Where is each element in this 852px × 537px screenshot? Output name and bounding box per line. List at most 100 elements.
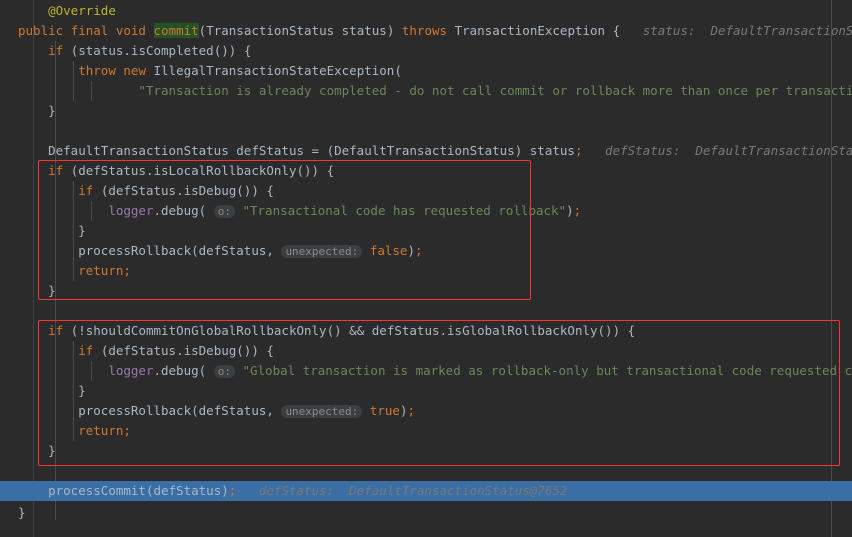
keyword-return: return: [78, 423, 124, 438]
var-status: status: [529, 143, 575, 158]
method-debug: debug: [161, 203, 199, 218]
keyword-throw: throw: [78, 63, 116, 78]
code-line-22[interactable]: return;: [0, 421, 834, 441]
brace-close: }: [78, 223, 86, 238]
exception-illegal-state: IllegalTransactionStateException: [153, 63, 395, 78]
param-hint-o[interactable]: o:: [213, 205, 235, 218]
brace-open: {: [266, 343, 274, 358]
semicolon: ;: [407, 403, 415, 418]
semicolon: ;: [123, 423, 131, 438]
call-is-completed: status.isCompleted(): [78, 43, 229, 58]
code-line-9[interactable]: if (defStatus.isLocalRollbackOnly()) {: [0, 161, 834, 181]
code-lines: @Override public final void commit(Trans…: [0, 0, 852, 537]
paren: ): [311, 163, 320, 178]
semicolon: ;: [573, 203, 582, 218]
literal-true: true: [369, 403, 400, 418]
paren: ): [221, 483, 229, 498]
brace-open: {: [612, 23, 621, 38]
literal-false: false: [369, 243, 408, 258]
paren: ): [228, 43, 237, 58]
code-line-26[interactable]: }: [0, 503, 834, 523]
code-line-19[interactable]: logger.debug( o: "Global transaction is …: [0, 361, 852, 381]
brace-close: }: [48, 443, 56, 458]
call-process-commit: processCommit: [48, 483, 146, 498]
call-is-local-rollback-only: defStatus.isLocalRollbackOnly(): [78, 163, 312, 178]
call-is-global-rollback-only: defStatus.isGlobalRollbackOnly(): [371, 323, 613, 338]
keyword-public: public: [18, 23, 64, 38]
call-should-commit-on-global-rollback-only: !shouldCommitOnGlobalRollbackOnly(): [78, 323, 342, 338]
keyword-if: if: [48, 163, 64, 178]
paren: (: [394, 63, 402, 78]
annotation-override: @Override: [48, 3, 116, 18]
type-transaction-exception: TransactionException: [454, 23, 606, 38]
paren: ): [612, 323, 621, 338]
keyword-return: return: [78, 263, 124, 278]
code-line-25-current-execution[interactable]: processCommit(defStatus); defStatus: Def…: [0, 481, 852, 501]
paren: (: [198, 203, 207, 218]
paren: (: [191, 403, 199, 418]
param-hint-o[interactable]: o:: [213, 365, 235, 378]
keyword-void: void: [115, 23, 146, 38]
paren-close: ): [386, 23, 395, 38]
brace-open: {: [266, 183, 274, 198]
code-line-10[interactable]: if (defStatus.isDebug()) {: [0, 181, 834, 201]
code-line-13[interactable]: processRollback(defStatus, unexpected: f…: [0, 241, 834, 261]
brace-close: }: [48, 283, 56, 298]
code-line-14[interactable]: return;: [0, 261, 834, 281]
keyword-if: if: [78, 343, 94, 358]
code-line-4[interactable]: throw new IllegalTransactionStateExcepti…: [0, 61, 834, 81]
brace-close: }: [48, 103, 56, 118]
brace-open: {: [627, 323, 636, 338]
code-editor[interactable]: @Override public final void commit(Trans…: [0, 0, 852, 537]
paren: ): [251, 343, 259, 358]
symbol-commit-highlight[interactable]: commit: [153, 23, 199, 38]
code-line-18[interactable]: if (defStatus.isDebug()) {: [0, 341, 834, 361]
code-line-15[interactable]: }: [0, 281, 834, 301]
code-line-20[interactable]: }: [0, 381, 834, 401]
code-line-21[interactable]: processRollback(defStatus, unexpected: t…: [0, 401, 834, 421]
code-line-11[interactable]: logger.debug( o: "Transactional code has…: [0, 201, 834, 221]
keyword-if: if: [48, 43, 64, 58]
comma: ,: [266, 403, 274, 418]
paren: ): [566, 203, 574, 218]
call-process-rollback: processRollback: [78, 403, 192, 418]
code-line-3[interactable]: if (status.isCompleted()) {: [0, 41, 834, 61]
debug-hint-status[interactable]: status: DefaultTransactionStatus@7652: [643, 23, 852, 38]
operator-and: &&: [349, 323, 365, 338]
object-logger: logger: [108, 363, 154, 378]
call-process-rollback: processRollback: [78, 243, 192, 258]
debug-hint-defstatus[interactable]: defStatus: DefaultTransactionStatus@7652: [605, 143, 852, 158]
call-is-debug: defStatus.isDebug(): [108, 183, 252, 198]
var-def-status: defStatus: [236, 143, 304, 158]
method-debug: debug: [161, 363, 199, 378]
code-line-1[interactable]: @Override: [0, 1, 834, 21]
param-hint-unexpected[interactable]: unexpected:: [281, 405, 363, 418]
code-line-7[interactable]: [0, 121, 834, 141]
paren: (: [191, 243, 199, 258]
cast-default-status: (DefaultTransactionStatus): [326, 143, 523, 158]
comma: ,: [266, 243, 274, 258]
code-line-12[interactable]: }: [0, 221, 834, 241]
code-line-24[interactable]: [0, 461, 834, 481]
param-hint-unexpected[interactable]: unexpected:: [281, 245, 363, 258]
debug-hint-defstatus-exec[interactable]: defStatus: DefaultTransactionStatus@7652: [259, 483, 568, 498]
keyword-throws: throws: [401, 23, 448, 38]
keyword-if: if: [78, 183, 94, 198]
arg-def-status: defStatus: [153, 483, 222, 498]
brace-close: }: [78, 383, 86, 398]
code-line-16[interactable]: [0, 301, 834, 321]
keyword-if: if: [48, 323, 64, 338]
semicolon: ;: [228, 483, 237, 498]
type-default-status: DefaultTransactionStatus: [48, 143, 229, 158]
code-line-17[interactable]: if (!shouldCommitOnGlobalRollbackOnly() …: [0, 321, 834, 341]
code-line-8[interactable]: DefaultTransactionStatus defStatus = (De…: [0, 141, 852, 161]
arg-def-status: defStatus: [198, 243, 267, 258]
brace-close: }: [18, 505, 26, 520]
brace-open: {: [326, 163, 335, 178]
code-line-6[interactable]: }: [0, 101, 834, 121]
code-line-2[interactable]: public final void commit(TransactionStat…: [0, 21, 852, 41]
object-logger: logger: [108, 203, 154, 218]
code-line-23[interactable]: }: [0, 441, 834, 461]
keyword-final: final: [70, 23, 109, 38]
code-line-5[interactable]: "Transaction is already completed - do n…: [0, 81, 852, 101]
